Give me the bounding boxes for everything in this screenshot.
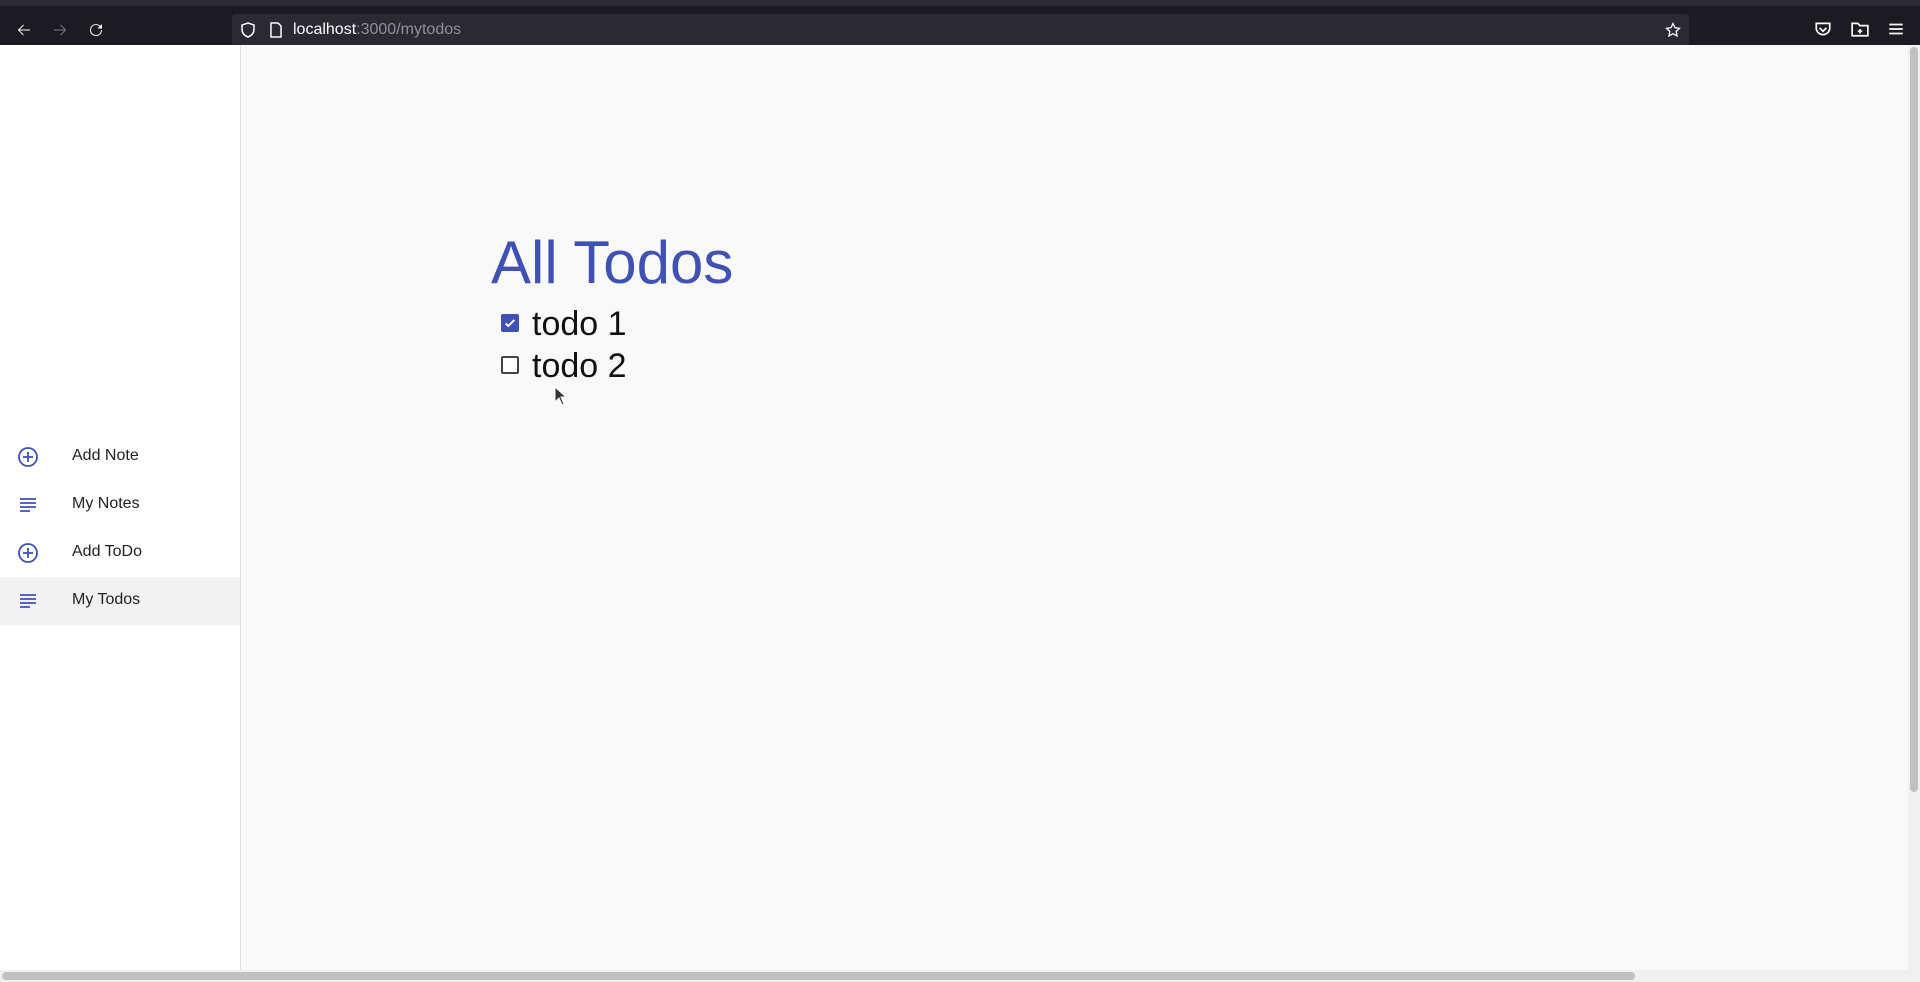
browser-toolbar: localhost:3000/mytodos xyxy=(0,0,1920,46)
sidebar-item-label: My Notes xyxy=(72,495,140,512)
page-icon[interactable] xyxy=(268,22,284,38)
subject-lines-icon xyxy=(20,594,36,608)
reload-icon xyxy=(90,24,103,37)
arrow-left-icon xyxy=(17,24,30,36)
todo-checkbox[interactable] xyxy=(501,314,519,332)
sidebar-nav: Add Note My Notes Add ToDo My Todos xyxy=(0,433,240,625)
folder-icon[interactable] xyxy=(1851,20,1869,38)
todo-checkbox[interactable] xyxy=(501,356,519,374)
horizontal-scrollbar-thumb[interactable] xyxy=(2,972,1635,980)
arrow-right-icon xyxy=(54,24,67,36)
url-path: :3000/mytodos xyxy=(356,21,462,38)
sidebar-item-label: My Todos xyxy=(72,591,141,608)
add-circle-icon xyxy=(18,543,38,563)
pocket-icon[interactable] xyxy=(1814,20,1832,38)
mouse-cursor-icon xyxy=(554,386,568,406)
forward-button[interactable] xyxy=(46,16,74,44)
sidebar-item-label: Add Note xyxy=(72,447,139,464)
url-host: localhost xyxy=(293,21,357,38)
todo-text: todo 2 xyxy=(532,347,627,385)
sidebar-item-my-todos[interactable]: My Todos xyxy=(0,577,240,625)
back-button[interactable] xyxy=(10,16,38,44)
reload-button[interactable] xyxy=(82,16,110,44)
bookmark-star-icon[interactable] xyxy=(1665,22,1681,38)
sidebar-item-add-todo[interactable]: Add ToDo xyxy=(0,529,240,577)
url-text[interactable]: localhost:3000/mytodos xyxy=(293,21,461,39)
sidebar-item-add-note[interactable]: Add Note xyxy=(0,433,240,481)
main-content: All Todos todo 1 todo 2 xyxy=(241,45,1908,970)
shield-icon[interactable] xyxy=(240,22,256,38)
hamburger-menu-icon[interactable] xyxy=(1887,20,1905,38)
todo-text: todo 1 xyxy=(532,305,627,343)
sidebar-item-label: Add ToDo xyxy=(72,543,142,560)
subject-lines-icon xyxy=(20,498,36,512)
sidebar-item-my-notes[interactable]: My Notes xyxy=(0,481,240,529)
add-circle-icon xyxy=(18,447,38,467)
vertical-scrollbar-thumb[interactable] xyxy=(1910,47,1918,792)
checkmark-icon xyxy=(504,319,516,328)
sidebar: Add Note My Notes Add ToDo My Todos xyxy=(0,45,241,970)
url-bar[interactable]: localhost:3000/mytodos xyxy=(232,14,1689,46)
page-title: All Todos xyxy=(491,229,734,296)
